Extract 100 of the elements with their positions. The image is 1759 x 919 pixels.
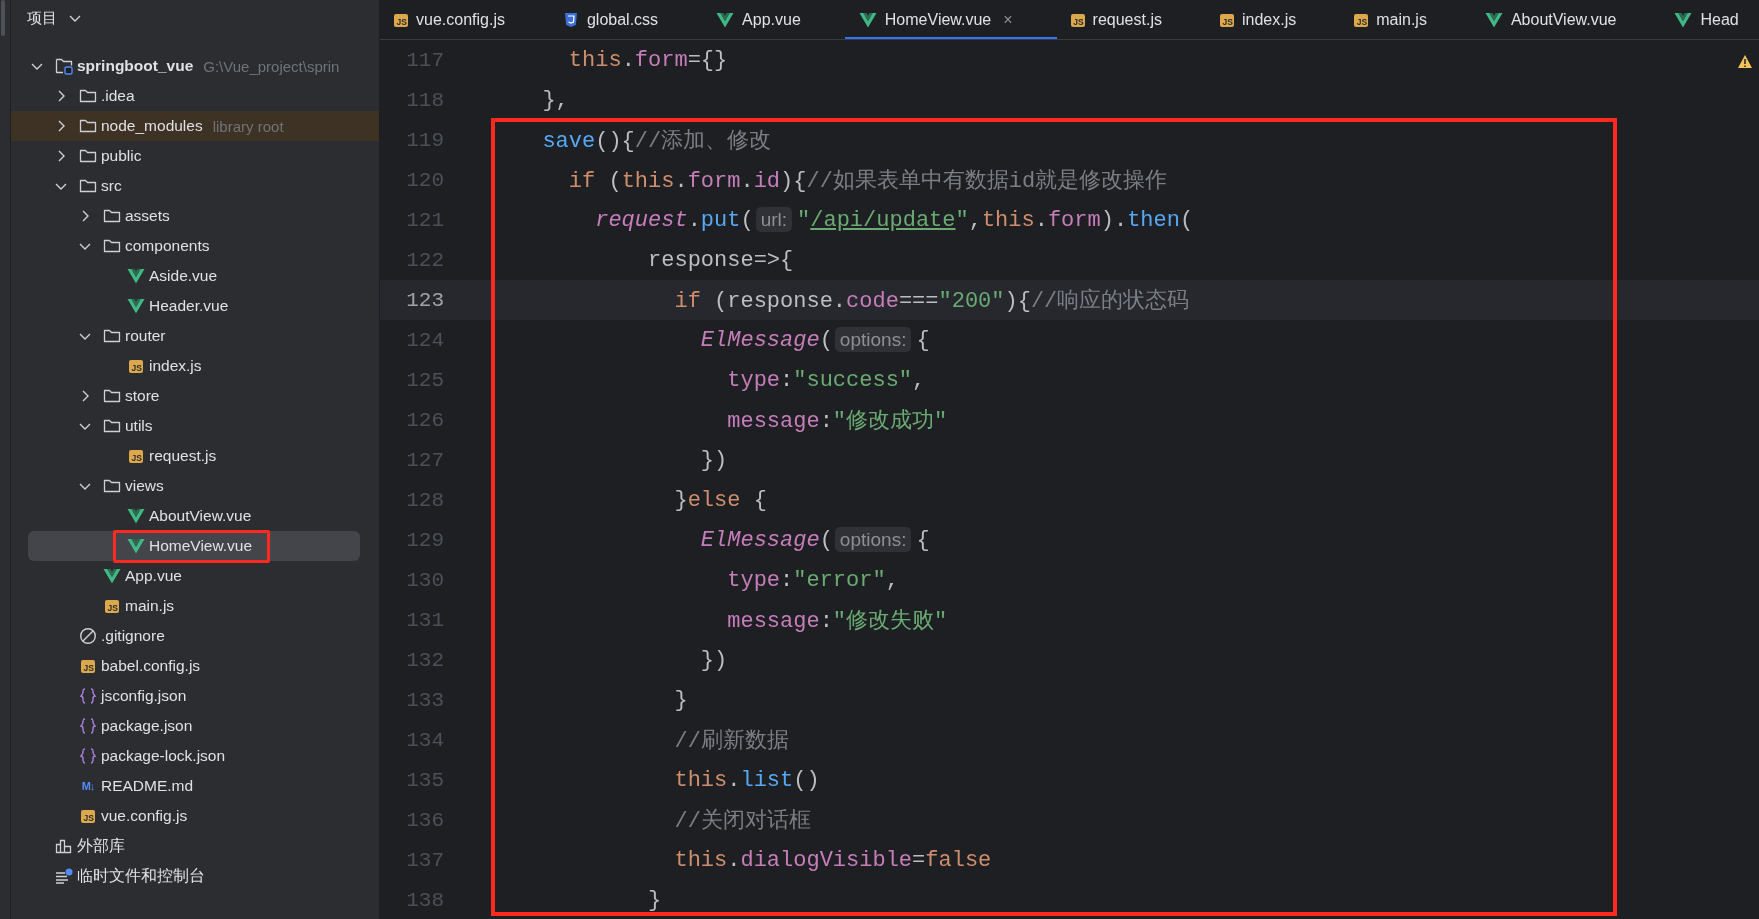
vue-icon bbox=[1484, 12, 1503, 28]
tree-row[interactable]: package.json bbox=[28, 711, 360, 741]
file-name[interactable]: jsconfig.json bbox=[101, 687, 187, 705]
editor-tab[interactable]: JS vue.config.js bbox=[380, 0, 549, 39]
vue-icon bbox=[103, 568, 121, 584]
braces-icon bbox=[80, 717, 96, 735]
blocked-icon bbox=[79, 627, 97, 645]
file-name[interactable]: assets bbox=[125, 207, 170, 225]
file-name[interactable]: package.json bbox=[101, 717, 193, 735]
editor-tab[interactable]: AboutView.vue bbox=[1470, 0, 1661, 39]
editor-tab[interactable]: HomeView.vue × bbox=[844, 0, 1057, 39]
file-name[interactable]: index.js bbox=[149, 357, 202, 375]
editor-tab[interactable]: JS main.js bbox=[1340, 0, 1471, 39]
file-name[interactable]: utils bbox=[125, 417, 153, 435]
tree-row[interactable]: JS babel.config.js bbox=[28, 651, 360, 681]
editor-tab[interactable]: global.css bbox=[548, 0, 703, 39]
tree-row[interactable]: components bbox=[28, 231, 360, 261]
tree-row[interactable]: jsconfig.json bbox=[28, 681, 360, 711]
tree-row[interactable]: .idea bbox=[28, 81, 360, 111]
tree-row[interactable]: JS index.js bbox=[28, 351, 360, 381]
tree-row[interactable]: HomeView.vue bbox=[28, 531, 360, 561]
file-name[interactable]: components bbox=[125, 237, 210, 255]
code-line: message:"修改失败" bbox=[726, 608, 948, 635]
file-name[interactable]: Aside.vue bbox=[149, 267, 218, 285]
editor-tab[interactable]: Head bbox=[1660, 0, 1759, 39]
shield-icon bbox=[562, 12, 579, 28]
path-hint: G:\Vue_project\sprin bbox=[203, 57, 340, 75]
file-name[interactable]: request.js bbox=[149, 447, 217, 465]
tree-row[interactable]: node_modules library root bbox=[11, 111, 379, 141]
tree-row[interactable]: src bbox=[28, 171, 360, 201]
file-name[interactable]: .gitignore bbox=[101, 627, 165, 645]
file-name[interactable]: node_modules bbox=[101, 117, 203, 135]
file-name[interactable]: 临时文件和控制台 bbox=[77, 865, 205, 887]
file-name[interactable]: Header.vue bbox=[149, 297, 229, 315]
folder-icon bbox=[103, 388, 121, 404]
tree-row[interactable]: Aside.vue bbox=[28, 261, 360, 291]
code-line: response=>{ bbox=[647, 247, 794, 273]
editor-tab[interactable]: App.vue bbox=[702, 0, 845, 39]
file-name[interactable]: package-lock.json bbox=[101, 747, 226, 765]
file-name[interactable]: springboot_vue bbox=[77, 57, 194, 75]
module-folder-icon bbox=[55, 57, 73, 75]
braces-icon bbox=[80, 747, 96, 765]
js-file-label: JS bbox=[394, 13, 408, 27]
js-file-label: JS bbox=[81, 659, 95, 673]
code-line: type:"success", bbox=[726, 367, 926, 393]
close-icon[interactable]: × bbox=[1003, 11, 1013, 29]
tree-row[interactable]: 临时文件和控制台 bbox=[28, 861, 360, 891]
file-name[interactable]: babel.config.js bbox=[101, 657, 201, 675]
tree-row[interactable]: Header.vue bbox=[28, 291, 360, 321]
path-hint: library root bbox=[212, 117, 284, 135]
file-name[interactable]: public bbox=[101, 147, 142, 165]
folder-icon bbox=[103, 478, 121, 494]
tree-row[interactable]: AboutView.vue bbox=[28, 501, 360, 531]
warning-icon[interactable] bbox=[1737, 54, 1753, 69]
tree-row[interactable]: .gitignore bbox=[28, 621, 360, 651]
folder-icon bbox=[79, 148, 97, 164]
file-name[interactable]: src bbox=[101, 177, 122, 195]
file-name[interactable]: 外部库 bbox=[77, 835, 125, 857]
code-line: this.list() bbox=[673, 767, 820, 793]
code-line: message:"修改成功" bbox=[726, 408, 948, 435]
tree-row[interactable]: JS vue.config.js bbox=[28, 801, 360, 831]
file-name[interactable]: HomeView.vue bbox=[149, 537, 253, 555]
editor-tab[interactable]: JS index.js bbox=[1205, 0, 1341, 39]
code-line: }else { bbox=[673, 487, 767, 513]
folder-icon bbox=[79, 178, 97, 194]
js-file-label: JS bbox=[105, 599, 119, 613]
tree-row[interactable]: JS main.js bbox=[28, 591, 360, 621]
tree-row[interactable]: public bbox=[28, 141, 360, 171]
tree-row[interactable]: 外部库 bbox=[28, 831, 360, 861]
tree-row[interactable]: M↓ README.md bbox=[28, 771, 360, 801]
folder-icon bbox=[79, 88, 97, 104]
tree-row[interactable]: JS request.js bbox=[28, 441, 360, 471]
code-line: if (this.form.id){//如果表单中有数据id就是修改操作 bbox=[567, 168, 1168, 195]
folder-icon bbox=[79, 118, 97, 134]
scrollbar-thumb[interactable] bbox=[1, 0, 5, 36]
tree-row[interactable]: App.vue bbox=[28, 561, 360, 591]
vue-icon bbox=[127, 508, 145, 524]
file-name[interactable]: main.js bbox=[125, 597, 175, 615]
file-name[interactable]: README.md bbox=[101, 777, 194, 795]
vue-icon bbox=[858, 12, 877, 28]
code-line: this.dialogVisible=false bbox=[673, 847, 992, 873]
tree-row[interactable]: router bbox=[28, 321, 360, 351]
file-name[interactable]: AboutView.vue bbox=[149, 507, 252, 525]
file-name[interactable]: router bbox=[125, 327, 166, 345]
file-name[interactable]: store bbox=[125, 387, 160, 405]
file-name[interactable]: views bbox=[125, 477, 164, 495]
tree-row[interactable]: package-lock.json bbox=[28, 741, 360, 771]
tree-row[interactable]: store bbox=[28, 381, 360, 411]
code-line: } bbox=[673, 687, 688, 713]
tree-row[interactable]: springboot_vue G:\Vue_project\sprin bbox=[28, 51, 360, 81]
file-name[interactable]: App.vue bbox=[125, 567, 182, 585]
editor-tab[interactable]: JS request.js bbox=[1056, 0, 1206, 39]
tree-row[interactable]: assets bbox=[28, 201, 360, 231]
tree-row[interactable]: views bbox=[28, 471, 360, 501]
file-name[interactable]: .idea bbox=[101, 87, 135, 105]
file-name[interactable]: vue.config.js bbox=[101, 807, 188, 825]
code-line: ElMessage( options: { bbox=[699, 527, 930, 553]
tree-row[interactable]: utils bbox=[28, 411, 360, 441]
panel-title[interactable]: 项目 bbox=[27, 8, 57, 28]
code-line: save(){//添加、修改 bbox=[541, 128, 772, 155]
